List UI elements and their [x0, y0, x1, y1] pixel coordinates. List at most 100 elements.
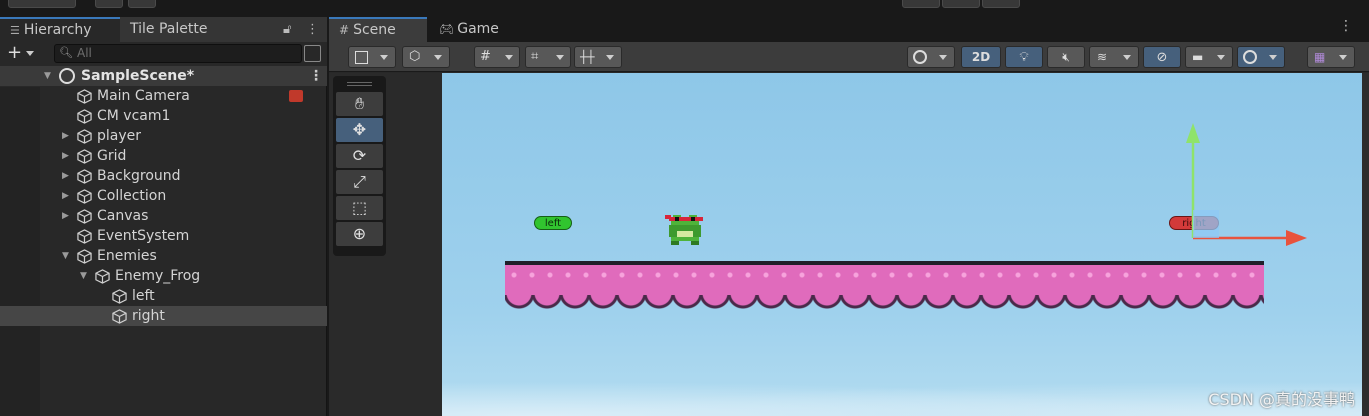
ruler-icon: ┼┼ [580, 50, 595, 64]
collapsed-arrow-icon[interactable]: ▶ [62, 126, 69, 146]
viewport-edge [1362, 73, 1369, 416]
more-options-icon[interactable]: ⋮ [306, 17, 319, 42]
hierarchy-item-enemy-frog[interactable]: ▼ Enemy_Frog [0, 266, 327, 286]
collapsed-arrow-icon[interactable]: ▶ [62, 186, 69, 206]
expand-arrow-icon[interactable]: ▼ [44, 66, 51, 86]
tab-game[interactable]: 🎮︎ Game [429, 17, 509, 42]
expand-arrow-icon[interactable]: ▼ [62, 246, 69, 266]
hierarchy-item-eventsystem[interactable]: EventSystem [0, 226, 327, 246]
effects-dropdown[interactable]: ≋ [1089, 46, 1139, 68]
tab-hierarchy[interactable]: ☰ Hierarchy [0, 17, 120, 42]
pause-button[interactable] [942, 0, 980, 8]
ground-pink-frosting [505, 265, 1264, 297]
overlays-dropdown[interactable]: ▦ [1307, 46, 1355, 68]
hierarchy-item-collection[interactable]: ▶ Collection [0, 186, 327, 206]
move-gizmo[interactable] [1169, 113, 1329, 253]
hierarchy-item-label: right [132, 308, 165, 324]
draw-mode-dropdown[interactable] [348, 46, 396, 68]
hierarchy-item-label: Enemy_Frog [115, 268, 201, 284]
rect-transform-icon: ⬚ [351, 198, 368, 217]
gizmo-xy-plane-handle[interactable] [1193, 210, 1219, 238]
move-tool[interactable]: ✥ [336, 118, 383, 142]
hierarchy-item-label: left [132, 288, 155, 304]
scene-panel: # Scene 🎮︎ Game ⋮ ⬡ # ⌗ ┼┼ 2D 💡︎ 🔇︎ ≋ ⊘ ▬ … [329, 14, 1369, 416]
hierarchy-panel: ☰ Hierarchy Tile Palette 🔓︎ ⋮ + 🔍︎ All ▼ … [0, 14, 327, 416]
cloud-button[interactable] [95, 0, 123, 8]
gameobject-cube-icon [77, 129, 92, 144]
hierarchy-item-left[interactable]: left [0, 286, 327, 306]
scene-viewport[interactable]: ✋︎ ✥ ⟳ ⤢ ⬚ ⊕ left right [329, 73, 1369, 416]
ground-pink-dots [505, 271, 1264, 279]
hierarchy-item-cm-vcam1[interactable]: CM vcam1 [0, 106, 327, 126]
transform-icon: ⊕ [352, 224, 367, 243]
left-marker[interactable]: left [534, 216, 572, 230]
chevron-down-icon [939, 55, 947, 60]
left-marker-label: left [544, 218, 562, 229]
scene-visibility-toggle[interactable]: ⊘ [1143, 46, 1181, 68]
gizmos-dropdown[interactable] [1237, 46, 1285, 68]
scene-more-options-icon[interactable]: ⋮ [1339, 18, 1353, 34]
hierarchy-item-background[interactable]: ▶ Background [0, 166, 327, 186]
gameobject-cube-icon [77, 89, 92, 104]
gameobject-cube-icon [77, 209, 92, 224]
scene-toolbar: ⬡ # ⌗ ┼┼ 2D 💡︎ 🔇︎ ≋ ⊘ ▬ ▦ [329, 42, 1369, 72]
cube-render-icon: ⬡ [409, 49, 421, 64]
overlays-icon: ▦ [1314, 50, 1326, 64]
render-mode-dropdown[interactable]: ⬡ [402, 46, 450, 68]
tab-scene-label: Scene [353, 22, 396, 38]
scene-menu-icon[interactable]: ⋮ [309, 66, 323, 86]
gameobject-cube-icon [112, 309, 127, 324]
gizmo-y-arrow-icon[interactable] [1186, 123, 1200, 143]
hierarchy-item-label: Grid [97, 148, 127, 164]
orientation-dropdown[interactable] [907, 46, 955, 68]
gameobject-cube-icon [77, 109, 92, 124]
tab-scene[interactable]: # Scene [329, 17, 427, 42]
rotate-tool[interactable]: ⟳ [336, 144, 383, 168]
chevron-down-icon [1123, 55, 1131, 60]
hierarchy-item-enemies[interactable]: ▼ Enemies [0, 246, 327, 266]
tab-game-label: Game [457, 21, 499, 37]
audio-toggle[interactable]: 🔇︎ [1047, 46, 1085, 68]
step-button[interactable] [982, 0, 1020, 8]
expand-arrow-icon[interactable]: ▼ [80, 266, 87, 286]
rect-tool[interactable]: ⬚ [336, 196, 383, 220]
enemy-frog-sprite[interactable] [665, 207, 705, 247]
hierarchy-item-player[interactable]: ▶ player [0, 126, 327, 146]
layers-icon: ≋ [1097, 50, 1108, 64]
hand-tool[interactable]: ✋︎ [336, 92, 383, 116]
mute-icon: 🔇︎ [1062, 50, 1070, 64]
add-icon[interactable]: + [7, 42, 22, 64]
transform-tool[interactable]: ⊕ [336, 222, 383, 246]
drag-handle[interactable] [347, 82, 372, 86]
collab-button[interactable] [128, 0, 156, 8]
collapsed-arrow-icon[interactable]: ▶ [62, 166, 69, 186]
tab-tile-palette[interactable]: Tile Palette 🔓︎ ⋮ [120, 17, 327, 42]
lighting-toggle[interactable]: 💡︎ [1005, 46, 1043, 68]
grid-snap-dropdown[interactable]: # [474, 46, 520, 68]
move-arrows-icon: ✥ [352, 120, 367, 139]
hierarchy-item-right[interactable]: right [0, 306, 327, 326]
search-options-icon[interactable] [304, 45, 321, 62]
lightbulb-icon: 💡︎ [1019, 50, 1029, 65]
hierarchy-item-grid[interactable]: ▶ Grid [0, 146, 327, 166]
scene-root-row[interactable]: ▼ SampleScene* ⋮ [0, 66, 327, 86]
add-dropdown-chevron-icon[interactable] [26, 51, 34, 56]
draw-mode-icon [355, 51, 368, 64]
gameobject-cube-icon [77, 249, 92, 264]
collapsed-arrow-icon[interactable]: ▶ [62, 206, 69, 226]
play-button[interactable] [902, 0, 940, 8]
search-input[interactable]: 🔍︎ All [54, 44, 302, 63]
scale-tool[interactable]: ⤢ [336, 170, 383, 194]
hierarchy-item-main-camera[interactable]: Main Camera [0, 86, 327, 106]
increment-snap-dropdown[interactable]: ⌗ [525, 46, 571, 68]
ruler-dropdown[interactable]: ┼┼ [574, 46, 622, 68]
gizmo-x-arrow-icon[interactable] [1286, 230, 1307, 246]
ground-tilemap [505, 261, 1264, 416]
camera-dropdown[interactable]: ▬ [1185, 46, 1233, 68]
collapsed-arrow-icon[interactable]: ▶ [62, 146, 69, 166]
hierarchy-item-canvas[interactable]: ▶ Canvas [0, 206, 327, 226]
mode-2d-toggle[interactable]: 2D [961, 46, 1001, 68]
lock-icon[interactable]: 🔓︎ [283, 17, 291, 42]
increment-snap-icon: ⌗ [531, 49, 539, 64]
account-button[interactable] [8, 0, 76, 8]
